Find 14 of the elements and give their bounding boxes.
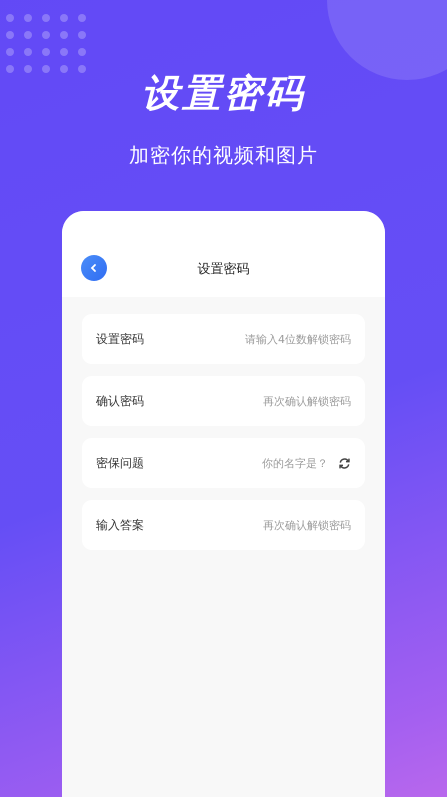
input-field[interactable]: 再次确认解锁密码 (186, 394, 351, 408)
question-text: 你的名字是？ (262, 456, 328, 470)
field-label: 确认密码 (96, 392, 145, 410)
input-field[interactable]: 再次确认解锁密码 (186, 518, 351, 532)
subtitle: 加密你的视频和图片 (129, 142, 318, 169)
screen-title: 设置密码 (198, 261, 250, 278)
field-label: 密保问题 (96, 454, 145, 472)
field-label: 输入答案 (96, 516, 145, 534)
back-button[interactable] (81, 255, 107, 281)
input-field[interactable]: 请输入4位数解锁密码 (186, 332, 351, 346)
field-label: 设置密码 (96, 330, 145, 348)
chevron-left-icon (89, 263, 99, 273)
refresh-icon[interactable] (338, 456, 351, 470)
headline: 设置密码 (142, 70, 306, 116)
